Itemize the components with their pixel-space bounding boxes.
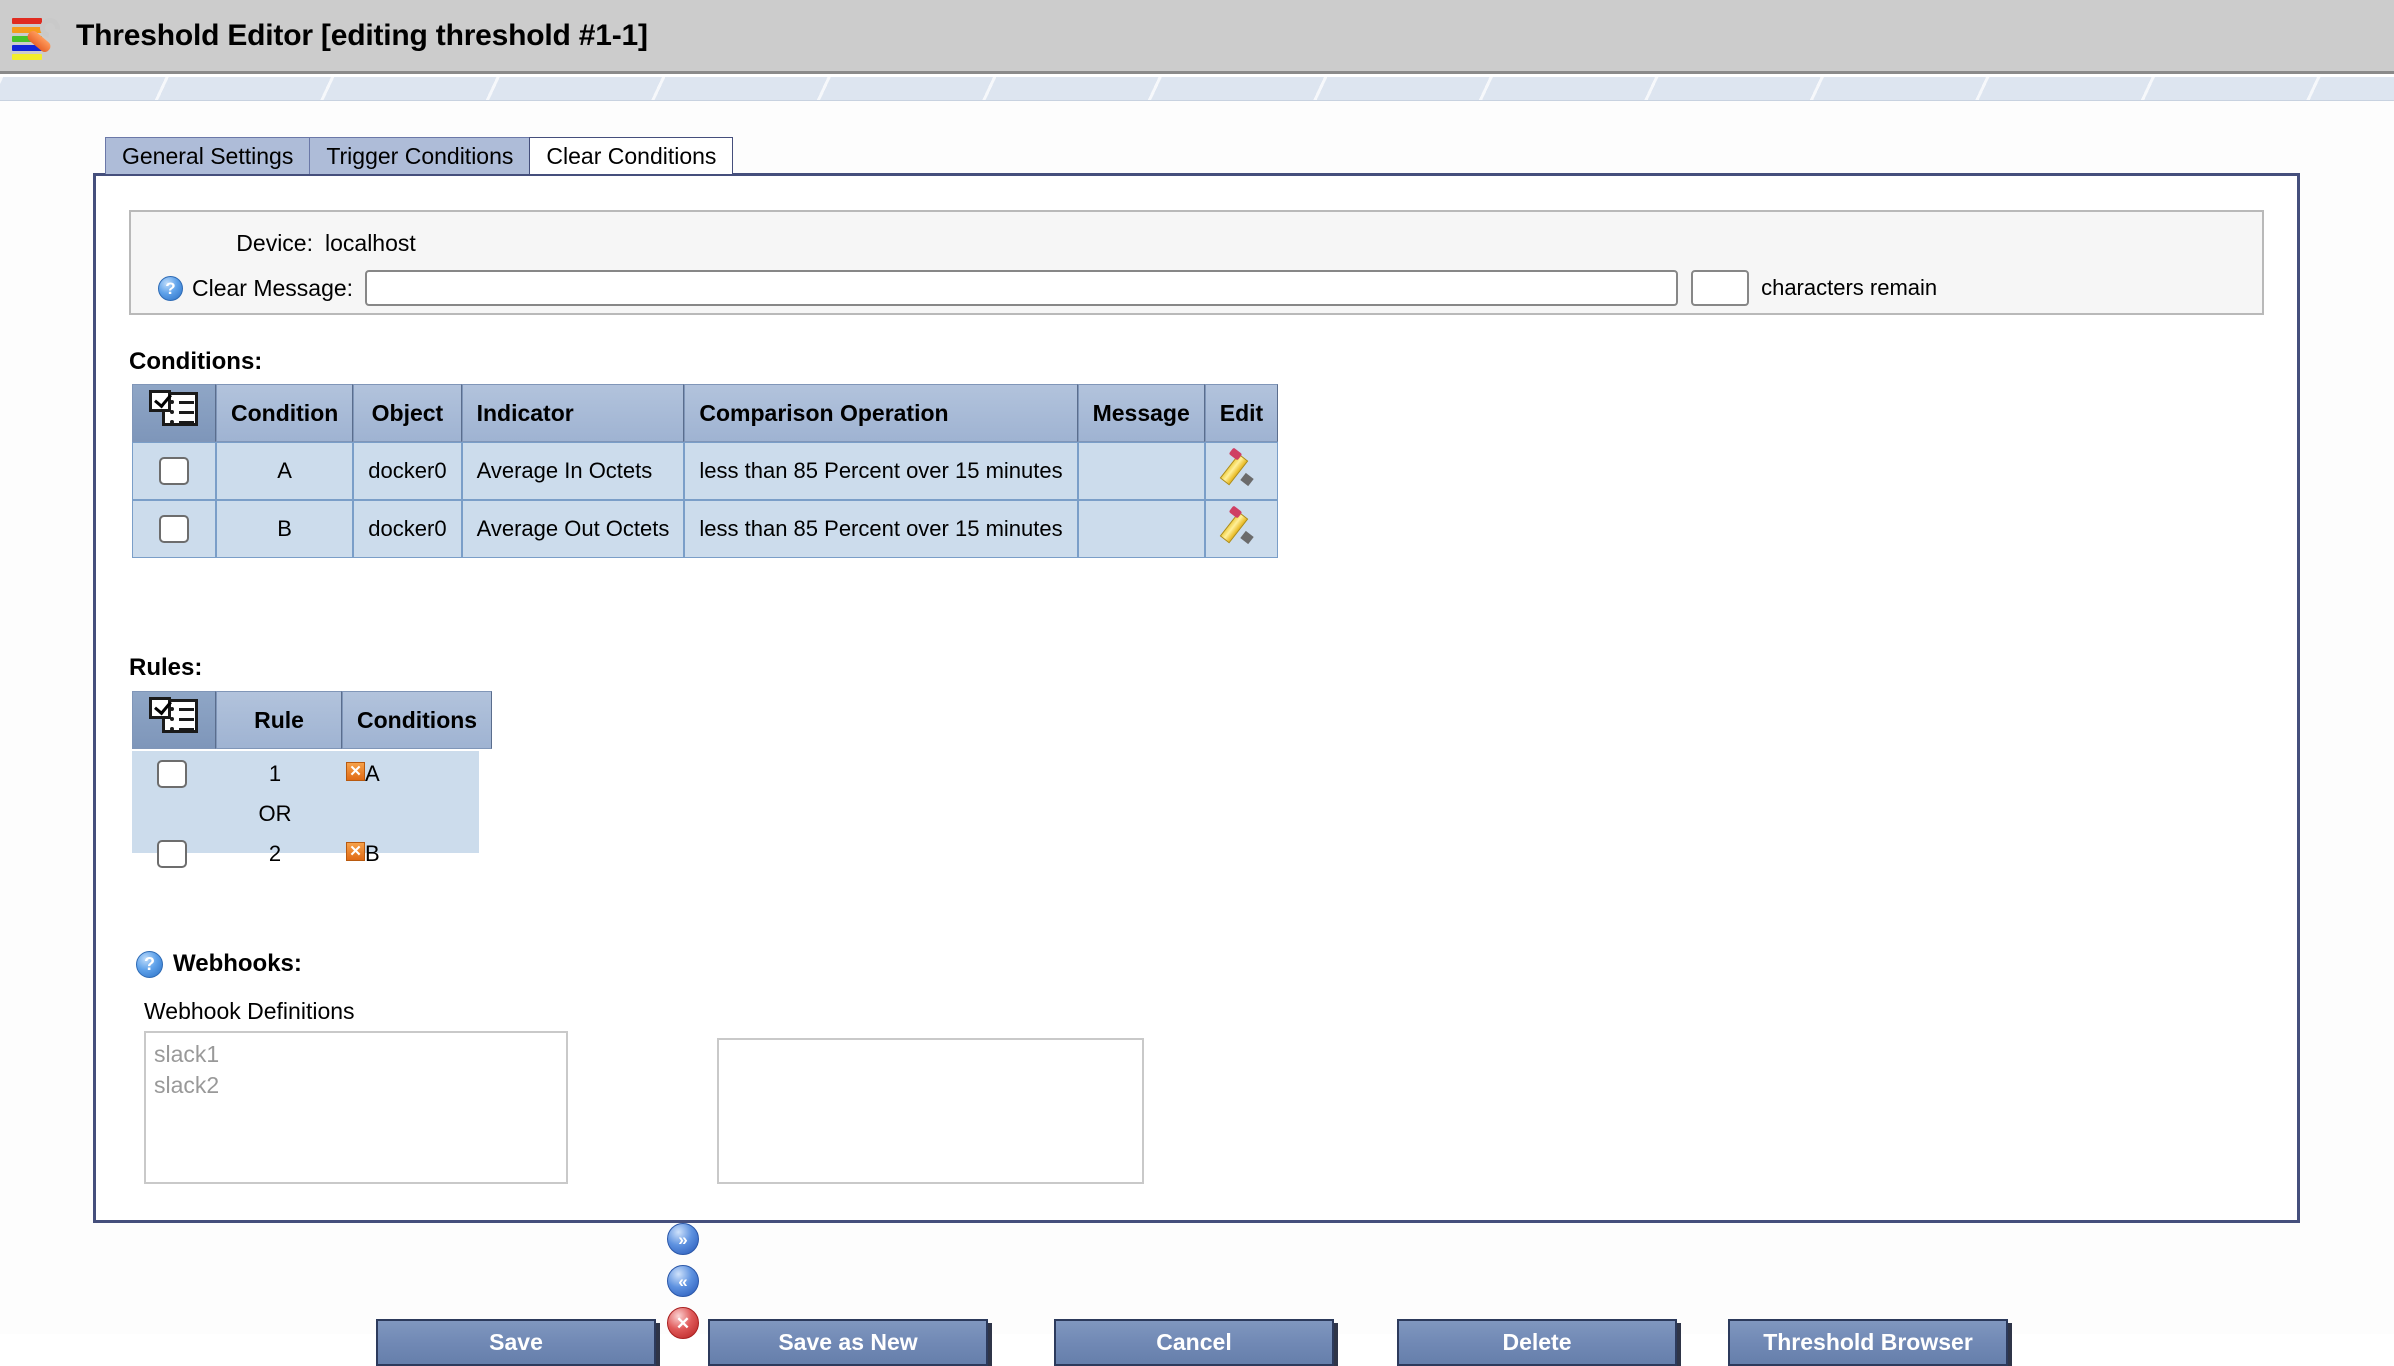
conditions-header-row: Condition Object Indicator Comparison Op… — [132, 384, 1278, 442]
rules-header-row: Rule Conditions — [132, 691, 492, 749]
row-checkbox-cell[interactable] — [132, 500, 216, 558]
rule-row: 1 ✕A — [132, 751, 479, 797]
threshold-tool-icon — [10, 10, 62, 62]
row-checkbox[interactable] — [159, 515, 189, 543]
pencil-edit-icon[interactable] — [1222, 451, 1262, 485]
footer-button-row: Save Save as New Cancel Delete Threshold… — [0, 1319, 2394, 1366]
col-object: Object — [353, 384, 461, 442]
rules-table-header: Rule Conditions — [132, 691, 492, 749]
cell-condition: B — [216, 500, 353, 558]
rule-condition-label: B — [365, 841, 380, 866]
rule-condition-cell: ✕A — [338, 761, 479, 787]
threshold-browser-button[interactable]: Threshold Browser — [1728, 1319, 2008, 1366]
cell-indicator: Average In Octets — [462, 442, 685, 500]
cell-edit[interactable] — [1205, 500, 1278, 558]
remove-condition-icon[interactable]: ✕ — [346, 762, 365, 781]
cell-message — [1078, 500, 1205, 558]
double-chevron-right-icon[interactable]: » — [667, 1223, 699, 1255]
webhook-selected-list[interactable] — [717, 1038, 1144, 1184]
conditions-table: Condition Object Indicator Comparison Op… — [132, 384, 1278, 558]
characters-remain-label: characters remain — [1761, 275, 1937, 301]
remove-condition-icon[interactable]: ✕ — [346, 842, 365, 861]
col-rule-conditions: Conditions — [342, 691, 492, 749]
cell-comparison: less than 85 Percent over 15 minutes — [684, 442, 1077, 500]
rule-number: 1 — [212, 761, 338, 787]
col-rule: Rule — [216, 691, 342, 749]
rule-number: 2 — [212, 841, 338, 867]
help-icon[interactable]: ? — [158, 276, 183, 301]
decorative-stripe-band — [0, 77, 2394, 101]
save-button[interactable]: Save — [376, 1319, 656, 1366]
webhook-available-list[interactable]: slack1 slack2 — [144, 1031, 568, 1184]
col-edit: Edit — [1205, 384, 1278, 442]
select-all-checklist-icon — [148, 697, 200, 737]
delete-button[interactable]: Delete — [1397, 1319, 1677, 1366]
cell-object: docker0 — [353, 500, 461, 558]
conditions-heading: Conditions: — [129, 348, 262, 376]
rule-condition-label: A — [365, 761, 380, 786]
device-value: localhost — [325, 230, 416, 257]
cell-condition: A — [216, 442, 353, 500]
device-row: Device: localhost — [158, 230, 416, 257]
rule-checkbox-cell[interactable] — [132, 840, 212, 868]
rules-body: 1 ✕A OR 2 ✕B — [132, 751, 479, 853]
row-checkbox[interactable] — [157, 840, 187, 868]
list-item[interactable]: slack1 — [154, 1039, 558, 1070]
clear-message-row: ? Clear Message: characters remain — [158, 270, 1937, 306]
rule-checkbox-cell[interactable] — [132, 760, 212, 788]
cell-message — [1078, 442, 1205, 500]
save-as-new-button[interactable]: Save as New — [708, 1319, 988, 1366]
cell-edit[interactable] — [1205, 442, 1278, 500]
characters-remain-input[interactable] — [1691, 270, 1749, 306]
page-body: General Settings Trigger Conditions Clea… — [0, 101, 2394, 1334]
row-checkbox-cell[interactable] — [132, 442, 216, 500]
clear-conditions-panel: Device: localhost ? Clear Message: chara… — [93, 173, 2300, 1223]
rule-operator: OR — [212, 801, 338, 827]
rules-heading: Rules: — [129, 654, 202, 682]
table-row: A docker0 Average In Octets less than 85… — [132, 442, 1278, 500]
window-titlebar: Threshold Editor [editing threshold #1-1… — [0, 0, 2394, 74]
window-title: Threshold Editor [editing threshold #1-1… — [76, 19, 648, 53]
tab-bar: General Settings Trigger Conditions Clea… — [105, 137, 732, 174]
double-chevron-left-icon[interactable]: « — [667, 1265, 699, 1297]
tab-general-settings[interactable]: General Settings — [105, 137, 310, 174]
col-comparison-operation: Comparison Operation — [684, 384, 1077, 442]
select-all-checklist-icon — [148, 390, 200, 430]
clear-message-input[interactable] — [365, 270, 1678, 306]
cancel-button[interactable]: Cancel — [1054, 1319, 1334, 1366]
webhooks-heading-row: ? Webhooks: — [136, 950, 302, 978]
col-condition: Condition — [216, 384, 353, 442]
cell-comparison: less than 85 Percent over 15 minutes — [684, 500, 1077, 558]
col-message: Message — [1078, 384, 1205, 442]
cell-indicator: Average Out Octets — [462, 500, 685, 558]
col-indicator: Indicator — [462, 384, 685, 442]
webhooks-heading: Webhooks: — [173, 950, 302, 978]
pencil-edit-icon[interactable] — [1222, 509, 1262, 543]
rule-condition-cell: ✕B — [338, 841, 479, 867]
row-checkbox[interactable] — [159, 457, 189, 485]
list-item[interactable]: slack2 — [154, 1070, 558, 1101]
rules-select-all-header[interactable] — [132, 691, 216, 749]
tab-clear-conditions[interactable]: Clear Conditions — [529, 137, 733, 174]
table-row: B docker0 Average Out Octets less than 8… — [132, 500, 1278, 558]
clear-message-label: Clear Message: — [192, 275, 353, 302]
row-checkbox[interactable] — [157, 760, 187, 788]
tab-trigger-conditions[interactable]: Trigger Conditions — [309, 137, 530, 174]
webhook-definitions-label: Webhook Definitions — [144, 998, 355, 1025]
device-label: Device: — [158, 230, 313, 257]
rule-operator-row: OR — [132, 797, 479, 831]
rule-row: 2 ✕B — [132, 831, 479, 877]
help-icon[interactable]: ? — [136, 951, 163, 978]
device-message-box: Device: localhost ? Clear Message: chara… — [129, 210, 2264, 315]
cell-object: docker0 — [353, 442, 461, 500]
conditions-select-all-header[interactable] — [132, 384, 216, 442]
